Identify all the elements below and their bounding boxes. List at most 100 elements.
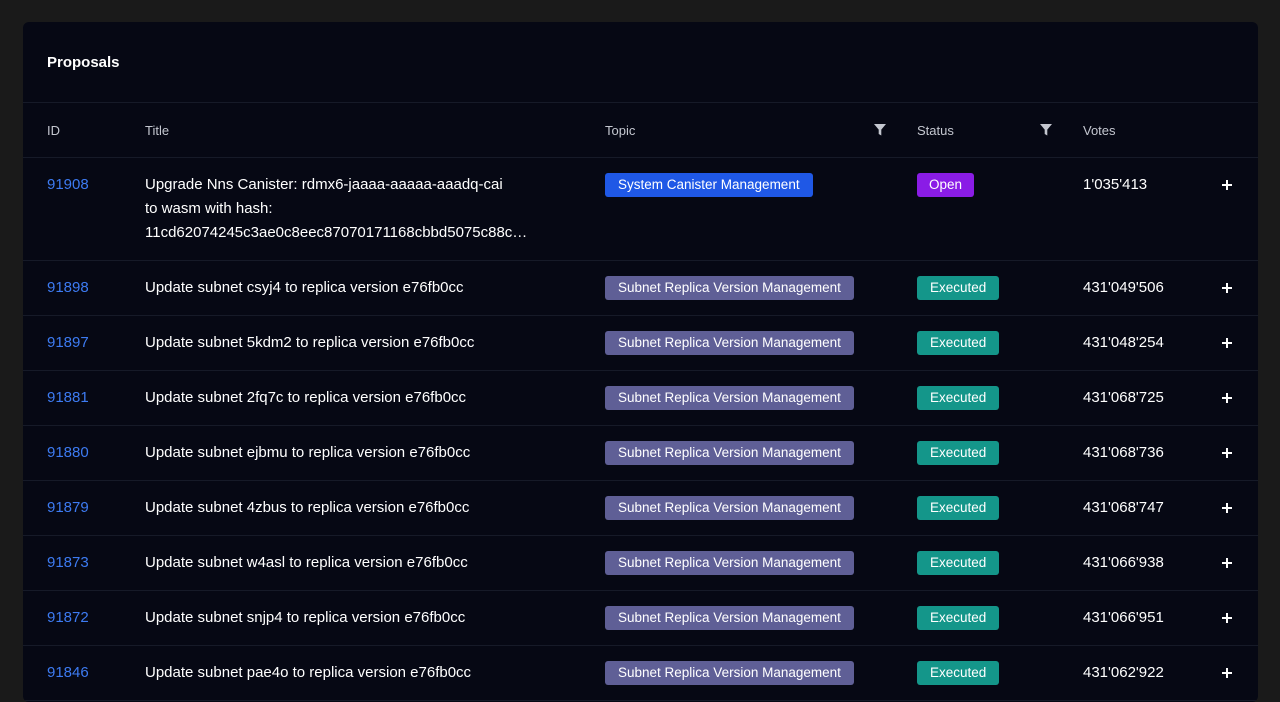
topic-cell: System Canister Management	[605, 173, 895, 197]
proposal-title: Update subnet 4zbus to replica version e…	[145, 499, 470, 516]
page-title: Proposals	[47, 53, 120, 71]
proposal-title: Upgrade Nns Canister: rdmx6-jaaaa-aaaaa-…	[145, 173, 565, 245]
table-row[interactable]: 91880 Update subnet ejbmu to replica ver…	[23, 426, 1258, 481]
votes-value: 431'068'736	[1083, 444, 1164, 461]
proposal-title: Update subnet 5kdm2 to replica version e…	[145, 334, 475, 351]
table-row[interactable]: 91846 Update subnet pae4o to replica ver…	[23, 646, 1258, 701]
topic-badge: System Canister Management	[605, 173, 813, 197]
topic-badge: Subnet Replica Version Management	[605, 386, 854, 410]
topic-cell: Subnet Replica Version Management	[605, 496, 895, 520]
plus-icon	[1222, 393, 1232, 403]
topic-cell: Subnet Replica Version Management	[605, 386, 895, 410]
topic-badge: Subnet Replica Version Management	[605, 551, 854, 575]
topic-cell: Subnet Replica Version Management	[605, 661, 895, 685]
expand-button[interactable]	[1221, 606, 1241, 624]
status-cell: Executed	[917, 331, 1067, 355]
votes-value: 1'035'413	[1083, 176, 1148, 193]
expand-button[interactable]	[1221, 386, 1241, 404]
proposal-id-link[interactable]: 91897	[47, 331, 137, 355]
expand-button[interactable]	[1221, 551, 1241, 569]
votes-value: 431'066'951	[1083, 609, 1164, 626]
votes-value: 431'049'506	[1083, 279, 1164, 296]
status-badge: Open	[917, 173, 975, 197]
status-cell: Executed	[917, 276, 1067, 300]
column-header-votes: Votes	[1083, 123, 1116, 138]
expand-button[interactable]	[1221, 331, 1241, 349]
status-badge: Executed	[917, 661, 1000, 685]
table-row[interactable]: 91908 Upgrade Nns Canister: rdmx6-jaaaa-…	[23, 158, 1258, 261]
status-badge: Executed	[917, 331, 1000, 355]
status-badge: Executed	[917, 496, 1000, 520]
votes-value: 431'062'922	[1083, 664, 1164, 681]
topic-badge: Subnet Replica Version Management	[605, 661, 854, 685]
table-row[interactable]: 91879 Update subnet 4zbus to replica ver…	[23, 481, 1258, 536]
proposal-title-line: 11cd62074245c3ae0c8eec87070171168cbbd507…	[145, 224, 528, 241]
proposal-id-link[interactable]: 91880	[47, 441, 137, 465]
status-cell: Executed	[917, 496, 1067, 520]
topic-cell: Subnet Replica Version Management	[605, 331, 895, 355]
topic-filter-icon[interactable]	[874, 124, 886, 136]
status-cell: Executed	[917, 551, 1067, 575]
table-row[interactable]: 91873 Update subnet w4asl to replica ver…	[23, 536, 1258, 591]
expand-button[interactable]	[1221, 441, 1241, 459]
status-badge: Executed	[917, 441, 1000, 465]
plus-icon	[1222, 180, 1232, 190]
expand-button[interactable]	[1221, 276, 1241, 294]
topic-cell: Subnet Replica Version Management	[605, 606, 895, 630]
status-cell: Open	[917, 173, 1067, 197]
status-badge: Executed	[917, 276, 1000, 300]
status-cell: Executed	[917, 606, 1067, 630]
status-badge: Executed	[917, 606, 1000, 630]
expand-button[interactable]	[1221, 661, 1241, 679]
expand-button[interactable]	[1221, 496, 1241, 514]
proposal-title-line: Upgrade Nns Canister: rdmx6-jaaaa-aaaaa-…	[145, 176, 503, 193]
votes-value: 431'066'938	[1083, 554, 1164, 571]
topic-cell: Subnet Replica Version Management	[605, 276, 895, 300]
proposals-card: Proposals ID Title Topic Status Votes 91…	[23, 22, 1258, 702]
topic-badge: Subnet Replica Version Management	[605, 606, 854, 630]
expand-button[interactable]	[1221, 173, 1241, 191]
table-row[interactable]: 91898 Update subnet csyj4 to replica ver…	[23, 261, 1258, 316]
proposal-id-link[interactable]: 91908	[47, 173, 137, 197]
plus-icon	[1222, 613, 1232, 623]
proposal-title: Update subnet w4asl to replica version e…	[145, 554, 468, 571]
topic-badge: Subnet Replica Version Management	[605, 276, 854, 300]
topic-badge: Subnet Replica Version Management	[605, 331, 854, 355]
status-cell: Executed	[917, 441, 1067, 465]
proposal-title: Update subnet ejbmu to replica version e…	[145, 444, 471, 461]
topic-cell: Subnet Replica Version Management	[605, 551, 895, 575]
column-header-topic: Topic	[605, 123, 636, 138]
card-header: Proposals	[23, 22, 1258, 103]
plus-icon	[1222, 558, 1232, 568]
proposal-title: Update subnet snjp4 to replica version e…	[145, 609, 466, 626]
table-header: ID Title Topic Status Votes	[23, 103, 1258, 158]
proposal-title: Update subnet pae4o to replica version e…	[145, 664, 472, 681]
table-row[interactable]: 91897 Update subnet 5kdm2 to replica ver…	[23, 316, 1258, 371]
table-row[interactable]: 91881 Update subnet 2fq7c to replica ver…	[23, 371, 1258, 426]
votes-value: 431'068'747	[1083, 499, 1164, 516]
plus-icon	[1222, 283, 1232, 293]
plus-icon	[1222, 503, 1232, 513]
topic-cell: Subnet Replica Version Management	[605, 441, 895, 465]
status-cell: Executed	[917, 661, 1067, 685]
plus-icon	[1222, 668, 1232, 678]
votes-value: 431'068'725	[1083, 389, 1164, 406]
status-badge: Executed	[917, 386, 1000, 410]
status-cell: Executed	[917, 386, 1067, 410]
proposal-id-link[interactable]: 91898	[47, 276, 137, 300]
plus-icon	[1222, 338, 1232, 348]
status-filter-icon[interactable]	[1040, 124, 1052, 136]
column-header-id: ID	[47, 123, 60, 138]
proposal-title: Update subnet 2fq7c to replica version e…	[145, 389, 467, 406]
plus-icon	[1222, 448, 1232, 458]
proposal-id-link[interactable]: 91879	[47, 496, 137, 520]
proposal-id-link[interactable]: 91881	[47, 386, 137, 410]
proposal-title: Update subnet csyj4 to replica version e…	[145, 279, 464, 296]
status-badge: Executed	[917, 551, 1000, 575]
proposal-title-line: to wasm with hash:	[145, 200, 273, 217]
proposal-id-link[interactable]: 91846	[47, 661, 137, 685]
proposal-id-link[interactable]: 91872	[47, 606, 137, 630]
topic-badge: Subnet Replica Version Management	[605, 496, 854, 520]
proposal-id-link[interactable]: 91873	[47, 551, 137, 575]
table-row[interactable]: 91872 Update subnet snjp4 to replica ver…	[23, 591, 1258, 646]
